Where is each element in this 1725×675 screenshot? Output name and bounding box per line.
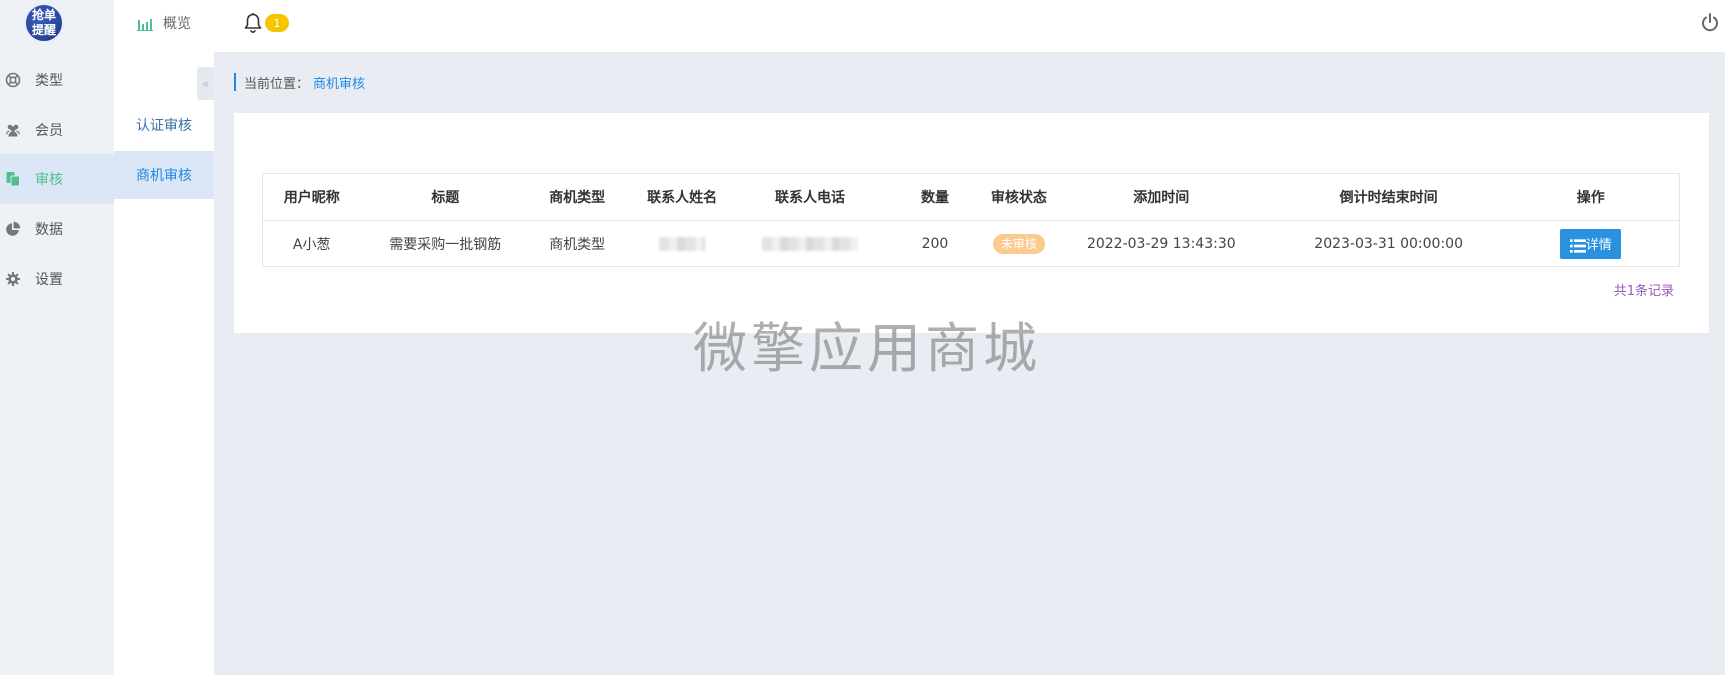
top-bar — [114, 0, 1725, 52]
content-panel: 用户昵称 标题 商机类型 联系人姓名 联系人电话 数量 审核状态 添加时间 倒计… — [234, 113, 1709, 333]
nav-item-types[interactable]: 类型 — [0, 55, 114, 105]
nav-item-members[interactable]: 会员 — [0, 105, 114, 155]
cell-title: 需要采购一批钢筋 — [389, 236, 502, 253]
nav-item-review[interactable]: 审核 — [0, 154, 114, 204]
cell-contact-name — [624, 221, 740, 267]
nav-label: 数据 — [35, 222, 63, 238]
breadcrumb: 当前位置： 商机审核 — [234, 73, 365, 92]
logo-line-1: 抢单 — [31, 8, 56, 22]
nav-label: 审核 — [35, 172, 63, 188]
nav-label: 类型 — [35, 73, 63, 89]
cell-quantity: 200 — [921, 235, 949, 252]
nav-label: 会员 — [35, 123, 63, 139]
users-icon — [5, 122, 21, 138]
subnav-label: 商机审核 — [136, 168, 192, 184]
gear-icon — [5, 271, 21, 287]
breadcrumb-prefix: 当前位置： — [244, 76, 310, 92]
cell-added-time: 2022-03-29 13:43:30 — [1086, 235, 1236, 252]
nav-item-data[interactable]: 数据 — [0, 204, 114, 254]
breadcrumb-current[interactable]: 商机审核 — [313, 73, 365, 92]
cell-status: 未审核 — [990, 221, 1048, 267]
cell-type: 商机类型 — [549, 236, 606, 253]
bar-chart-icon — [137, 16, 153, 31]
table-header-row: 用户昵称 标题 商机类型 联系人姓名 联系人电话 数量 审核状态 添加时间 倒计… — [262, 173, 1680, 221]
cell-nickname: A小葱 — [292, 236, 331, 253]
notification-badge: 1 — [265, 14, 289, 32]
col-quantity: 数量 — [880, 173, 990, 221]
pie-chart-icon — [5, 221, 21, 237]
cell-actions: 详情 — [1503, 221, 1680, 267]
bell-icon[interactable] — [243, 12, 263, 34]
app-logo[interactable]: 抢单 提醒 — [24, 3, 64, 43]
nav-label: 设置 — [35, 272, 63, 288]
record-count: 共1条记录 — [1613, 284, 1674, 299]
detail-button-label: 详情 — [1585, 238, 1612, 253]
watermark: 微擎应用商城 — [693, 317, 1041, 380]
subnav-item-opportunity-review[interactable]: 商机审核 — [114, 151, 214, 199]
col-nickname: 用户昵称 — [262, 173, 361, 221]
document-icon — [5, 171, 21, 187]
col-title: 标题 — [360, 173, 531, 221]
subnav-label: 认证审核 — [136, 118, 192, 134]
redacted-contact-phone — [762, 236, 859, 251]
cell-contact-phone — [740, 221, 880, 267]
detail-button[interactable]: 详情 — [1560, 228, 1622, 259]
redacted-contact-name — [659, 236, 706, 251]
col-added-time: 添加时间 — [1047, 173, 1275, 221]
col-status: 审核状态 — [989, 173, 1048, 221]
col-actions: 操作 — [1502, 173, 1680, 221]
collapse-sidebar-button[interactable]: « — [197, 67, 214, 100]
col-contact-phone: 联系人电话 — [740, 173, 881, 221]
nav-item-settings[interactable]: 设置 — [0, 254, 114, 304]
power-icon[interactable] — [1700, 12, 1720, 34]
col-deadline: 倒计时结束时间 — [1274, 173, 1503, 221]
logo-line-2: 提醒 — [31, 23, 56, 37]
list-icon — [1569, 238, 1586, 253]
cell-deadline: 2023-03-31 00:00:00 — [1314, 235, 1463, 252]
primary-nav: 抢单 提醒 类型 会员 审核 数据 设置 — [0, 0, 114, 675]
opportunity-table: 用户昵称 标题 商机类型 联系人姓名 联系人电话 数量 审核状态 添加时间 倒计… — [262, 173, 1680, 267]
subnav-item-cert-review[interactable]: 认证审核 — [114, 101, 214, 149]
status-badge: 未审核 — [992, 233, 1045, 254]
col-contact-name: 联系人姓名 — [624, 173, 741, 221]
overview-label: 概览 — [163, 16, 191, 32]
lifebuoy-icon — [5, 72, 21, 88]
table-row: A小葱 需要采购一批钢筋 商机类型 200 未审核 2022-03-29 13:… — [263, 221, 1680, 267]
overview-link[interactable]: 概览 — [137, 12, 191, 34]
col-type: 商机类型 — [530, 173, 625, 221]
